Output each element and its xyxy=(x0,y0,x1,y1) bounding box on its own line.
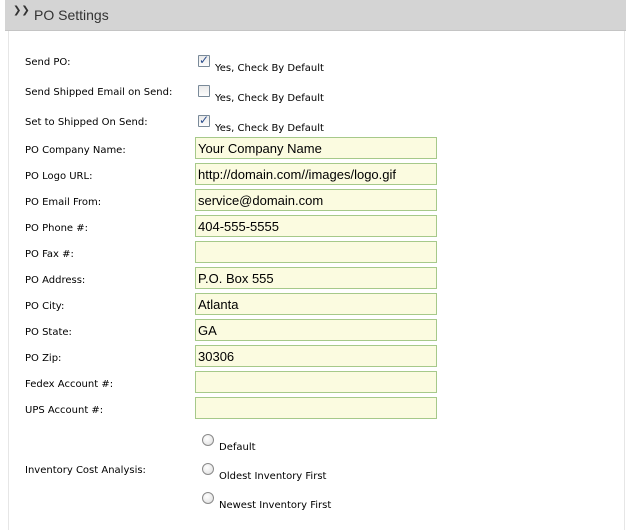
po-address-input[interactable] xyxy=(195,267,437,289)
send-shipped-email-label: Send Shipped Email on Send: xyxy=(25,87,173,98)
section-header[interactable]: ❯❯ PO Settings xyxy=(5,0,626,31)
send-shipped-email-checkbox-text: Yes, Check By Default xyxy=(215,93,324,104)
po-fax-input[interactable] xyxy=(195,241,437,263)
section-title: PO Settings xyxy=(34,7,109,23)
set-shipped-on-send-checkbox-text: Yes, Check By Default xyxy=(215,123,324,134)
double-chevron-down-icon[interactable]: ❯❯ xyxy=(13,6,30,18)
fedex-account-label: Fedex Account #: xyxy=(25,379,114,390)
radio-default-label: Default xyxy=(219,442,256,453)
send-shipped-email-checkbox[interactable] xyxy=(198,85,210,97)
send-po-label: Send PO: xyxy=(25,57,71,68)
ups-account-label: UPS Account #: xyxy=(25,405,104,416)
po-fax-label: PO Fax #: xyxy=(25,249,74,260)
send-po-checkbox[interactable] xyxy=(198,53,210,67)
fedex-account-input[interactable] xyxy=(195,371,437,393)
set-shipped-on-send-checkbox[interactable] xyxy=(198,113,210,127)
po-zip-input[interactable] xyxy=(195,345,437,367)
po-city-input[interactable] xyxy=(195,293,437,315)
po-email-from-input[interactable] xyxy=(195,189,437,211)
po-phone-label: PO Phone #: xyxy=(25,223,88,234)
radio-oldest-inventory-first-label: Oldest Inventory First xyxy=(219,471,327,482)
ups-account-input[interactable] xyxy=(195,397,437,419)
radio-oldest-inventory-first[interactable] xyxy=(202,463,214,475)
po-state-label: PO State: xyxy=(25,327,72,338)
radio-default[interactable] xyxy=(202,434,214,446)
po-address-label: PO Address: xyxy=(25,275,86,286)
po-phone-input[interactable] xyxy=(195,215,437,237)
po-city-label: PO City: xyxy=(25,301,65,312)
po-zip-label: PO Zip: xyxy=(25,353,62,364)
po-company-name-label: PO Company Name: xyxy=(25,145,126,156)
po-logo-url-label: PO Logo URL: xyxy=(25,171,93,182)
set-shipped-on-send-label: Set to Shipped On Send: xyxy=(25,117,148,128)
po-logo-url-input[interactable] xyxy=(195,163,437,185)
send-po-checkbox-text: Yes, Check By Default xyxy=(215,63,324,74)
po-state-input[interactable] xyxy=(195,319,437,341)
po-email-from-label: PO Email From: xyxy=(25,197,102,208)
radio-newest-inventory-first-label: Newest Inventory First xyxy=(219,500,332,511)
radio-newest-inventory-first[interactable] xyxy=(202,492,214,504)
inventory-cost-analysis-label: Inventory Cost Analysis: xyxy=(25,465,146,476)
po-company-name-input[interactable] xyxy=(195,137,437,159)
